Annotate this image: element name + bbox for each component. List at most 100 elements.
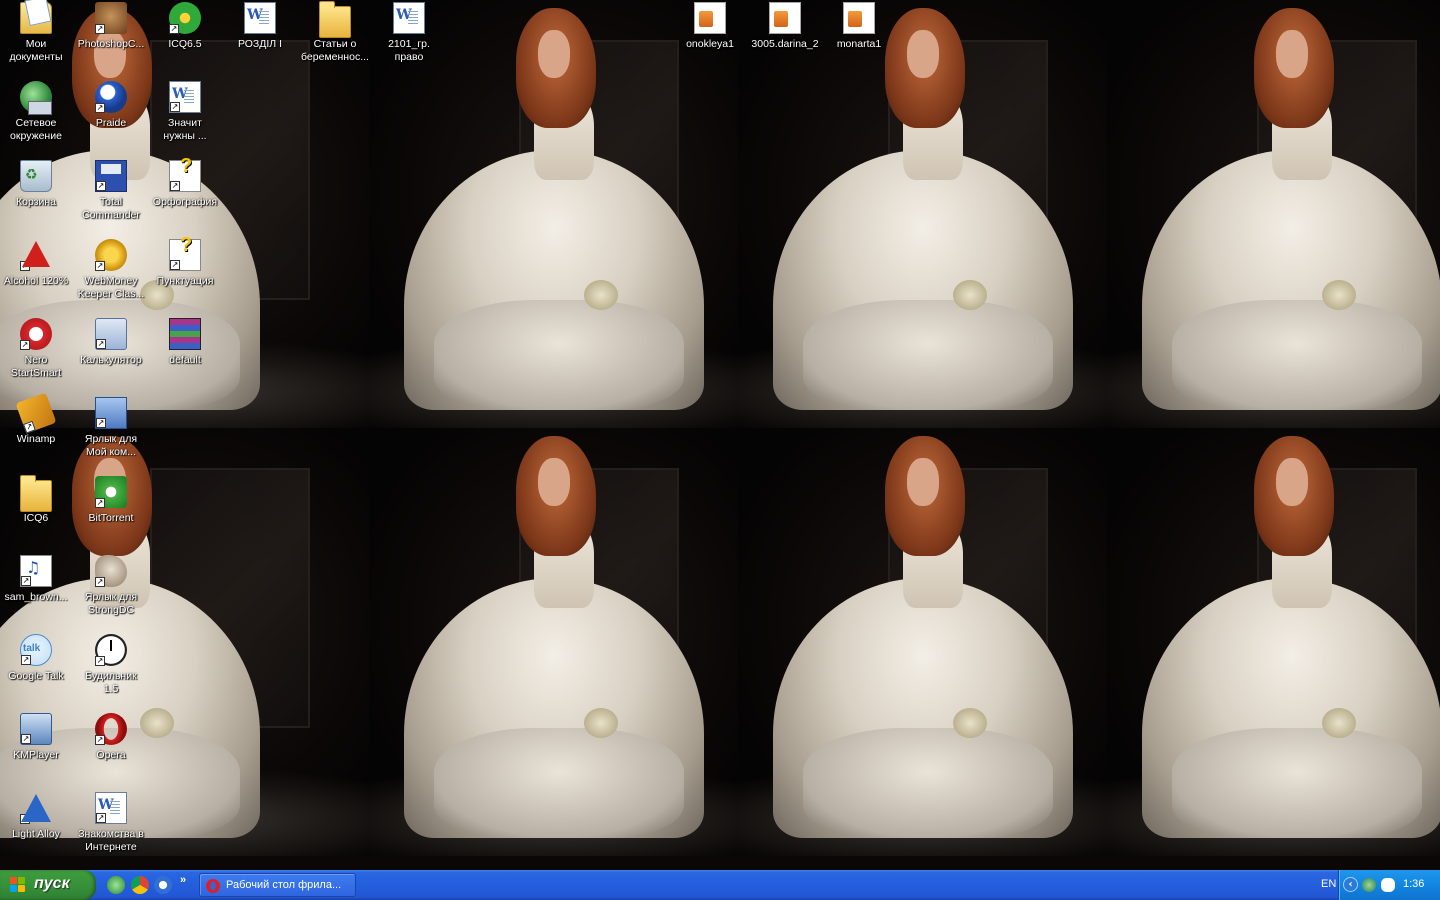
- desktop-icon-label: Сетевое окружение: [10, 117, 62, 142]
- shortcut-arrow-icon: ↗: [95, 261, 105, 271]
- desktop-icon-archive-file[interactable]: 3005.darina_2: [747, 2, 823, 51]
- shortcut-arrow-icon: ↗: [20, 340, 30, 350]
- google-talk-icon: ↗: [20, 634, 52, 666]
- shortcut-arrow-icon: ↗: [96, 339, 106, 349]
- shortcut-arrow-icon: ↗: [23, 420, 36, 434]
- archive-file-icon: [694, 2, 726, 34]
- desktop-icon-strongdc[interactable]: ↗ Ярлык для StrongDC: [73, 555, 149, 617]
- folder-icon: [319, 1, 351, 38]
- desktop-icon-word-document[interactable]: 2101_гр. право: [371, 2, 447, 64]
- clock[interactable]: 1:36: [1403, 878, 1424, 890]
- desktop-icon-folder[interactable]: Статьи о беременнос...: [297, 1, 373, 64]
- start-button[interactable]: пуск: [0, 870, 96, 900]
- total-commander-icon: ↗: [95, 160, 127, 192]
- shortcut-arrow-icon: ↗: [96, 181, 106, 191]
- shortcut-arrow-icon: ↗: [170, 102, 180, 112]
- desktop-icon-icq[interactable]: ↗ ICQ6.5: [147, 2, 223, 51]
- network-tray-icon[interactable]: [1362, 878, 1376, 892]
- shortcut-arrow-icon: ↗: [169, 24, 179, 34]
- desktop-icon-label: 2101_гр. право: [388, 38, 430, 63]
- wallpaper-tile: [369, 0, 738, 428]
- desktop-icon-label: Total Commander: [82, 196, 140, 221]
- winamp-icon: ↗: [15, 392, 57, 434]
- quick-launch-more-button[interactable]: »: [180, 874, 186, 886]
- desktop-icon-word-document[interactable]: ↗ Значит нужны ...: [147, 81, 223, 143]
- taskbar: пуск » Рабочий стол фрила... EN ‹ 1:36: [0, 870, 1440, 900]
- desktop-icon-photoshop[interactable]: ↗ PhotoshopC...: [73, 2, 149, 51]
- desktop-icon-label: Google Talk: [8, 670, 64, 682]
- desktop-icon-word-document[interactable]: ↗ Знакомства в Интернете: [73, 792, 149, 854]
- shortcut-arrow-icon: ↗: [21, 734, 31, 744]
- chrome-icon[interactable]: [131, 876, 149, 894]
- photoshop-icon: ↗: [95, 2, 127, 34]
- desktop-icon-label: Opera: [96, 749, 126, 761]
- help-file-icon: ↗: [169, 234, 201, 271]
- alcohol-icon: ↗: [20, 239, 52, 271]
- wallpaper-tile: [369, 428, 738, 856]
- desktop-icon-calculator[interactable]: ↗ Калькулятор: [73, 318, 149, 367]
- start-label: пуск: [34, 875, 70, 892]
- desktop-icon-light-alloy[interactable]: ↗ Light Alloy: [0, 792, 74, 841]
- desktop-icon-label: onokleya1: [686, 38, 734, 50]
- desktop-icon-nero[interactable]: ↗ Nero StartSmart: [0, 318, 74, 380]
- desktop-icon-label: Корзина: [16, 196, 56, 208]
- opera-icon: ↗: [95, 713, 127, 745]
- desktop-icon-google-talk[interactable]: ↗ Google Talk: [0, 634, 74, 683]
- praide-icon: ↗: [95, 81, 127, 113]
- kmplayer-icon: ↗: [20, 713, 52, 745]
- help-file-icon: ↗: [169, 155, 201, 192]
- shortcut-arrow-icon: ↗: [96, 418, 106, 428]
- desktop-icon-label: Калькулятор: [80, 354, 142, 366]
- desktop-icon-label: Light Alloy: [12, 828, 60, 840]
- task-button-label: Рабочий стол фрила...: [226, 879, 342, 891]
- desktop-icon-label: PhotoshopC...: [77, 38, 145, 50]
- desktop-icon-recycle-bin[interactable]: Корзина: [0, 160, 74, 209]
- desktop-icon-folder[interactable]: ICQ6: [0, 475, 74, 525]
- desktop-icon-praide[interactable]: ↗ Praide: [73, 81, 149, 130]
- desktop-icon-my-documents[interactable]: Мои документы: [0, 2, 74, 64]
- desktop-icon-alarm-clock[interactable]: ↗ Будильник 1.5: [73, 634, 149, 696]
- desktop-icon-label: Пунктуация: [156, 275, 214, 287]
- desktop-icon-winrar[interactable]: default: [147, 318, 223, 367]
- desktop-icon-label: 3005.darina_2: [751, 38, 819, 50]
- desktop-icon-label: РОЗДІЛ І: [237, 38, 283, 50]
- archive-file-icon: [843, 2, 875, 34]
- browser-icon[interactable]: [154, 876, 172, 894]
- desktop-icon-network-places[interactable]: Сетевое окружение: [0, 81, 74, 143]
- tray-expand-button[interactable]: ‹: [1343, 877, 1358, 892]
- desktop-icon-mp3-file[interactable]: ↗ sam_brown...: [0, 555, 74, 604]
- winrar-icon: [169, 318, 201, 350]
- system-tray: ‹ 1:36: [1338, 870, 1440, 900]
- desktop-icon-alcohol[interactable]: ↗ Alcohol 120%: [0, 239, 74, 288]
- mp3-file-icon: ↗: [20, 555, 52, 587]
- desktop-icon-bittorrent[interactable]: ↗ BitTorrent: [73, 476, 149, 525]
- shortcut-arrow-icon: ↗: [96, 813, 106, 823]
- desktop-icon-my-computer[interactable]: ↗ Ярлык для Мой ком...: [73, 397, 149, 459]
- shortcut-arrow-icon: ↗: [95, 735, 105, 745]
- language-indicator[interactable]: EN: [1321, 878, 1336, 890]
- show-desktop-icon[interactable]: [107, 876, 125, 894]
- desktop-icon-kmplayer[interactable]: ↗ KMPlayer: [0, 713, 74, 762]
- desktop-icon-archive-file[interactable]: onokleya1: [672, 2, 748, 51]
- folder-icon: [20, 475, 52, 512]
- desktop-icon-help-file[interactable]: ↗ Орфография: [147, 155, 223, 209]
- desktop-icon-webmoney[interactable]: ↗ WebMoney Keeper Clas...: [73, 239, 149, 301]
- desktop-icon-opera[interactable]: ↗ Opera: [73, 713, 149, 762]
- task-button-opera[interactable]: Рабочий стол фрила...: [199, 873, 356, 897]
- light-alloy-icon: ↗: [20, 792, 52, 824]
- messenger-tray-icon[interactable]: [1381, 878, 1395, 892]
- desktop-icon-label: Мои документы: [9, 38, 63, 63]
- shortcut-arrow-icon: ↗: [20, 814, 30, 824]
- desktop-icon-label: Ярлык для Мой ком...: [84, 433, 138, 458]
- desktop-icon-label: sam_brown...: [4, 591, 68, 603]
- wallpaper-tile: [1107, 428, 1440, 856]
- calculator-icon: ↗: [95, 318, 127, 350]
- desktop-icon-winamp[interactable]: ↗ Winamp: [0, 392, 74, 446]
- desktop-icon-total-commander[interactable]: ↗ Total Commander: [73, 160, 149, 222]
- desktop-icon-word-document[interactable]: РОЗДІЛ І: [222, 2, 298, 51]
- desktop-icon-label: Будильник 1.5: [85, 670, 137, 695]
- alarm-clock-icon: ↗: [95, 634, 127, 666]
- desktop-icon-archive-file[interactable]: monarta1: [821, 2, 897, 51]
- wallpaper-tile: [738, 0, 1107, 428]
- desktop-icon-help-file[interactable]: ↗ Пунктуация: [147, 234, 223, 288]
